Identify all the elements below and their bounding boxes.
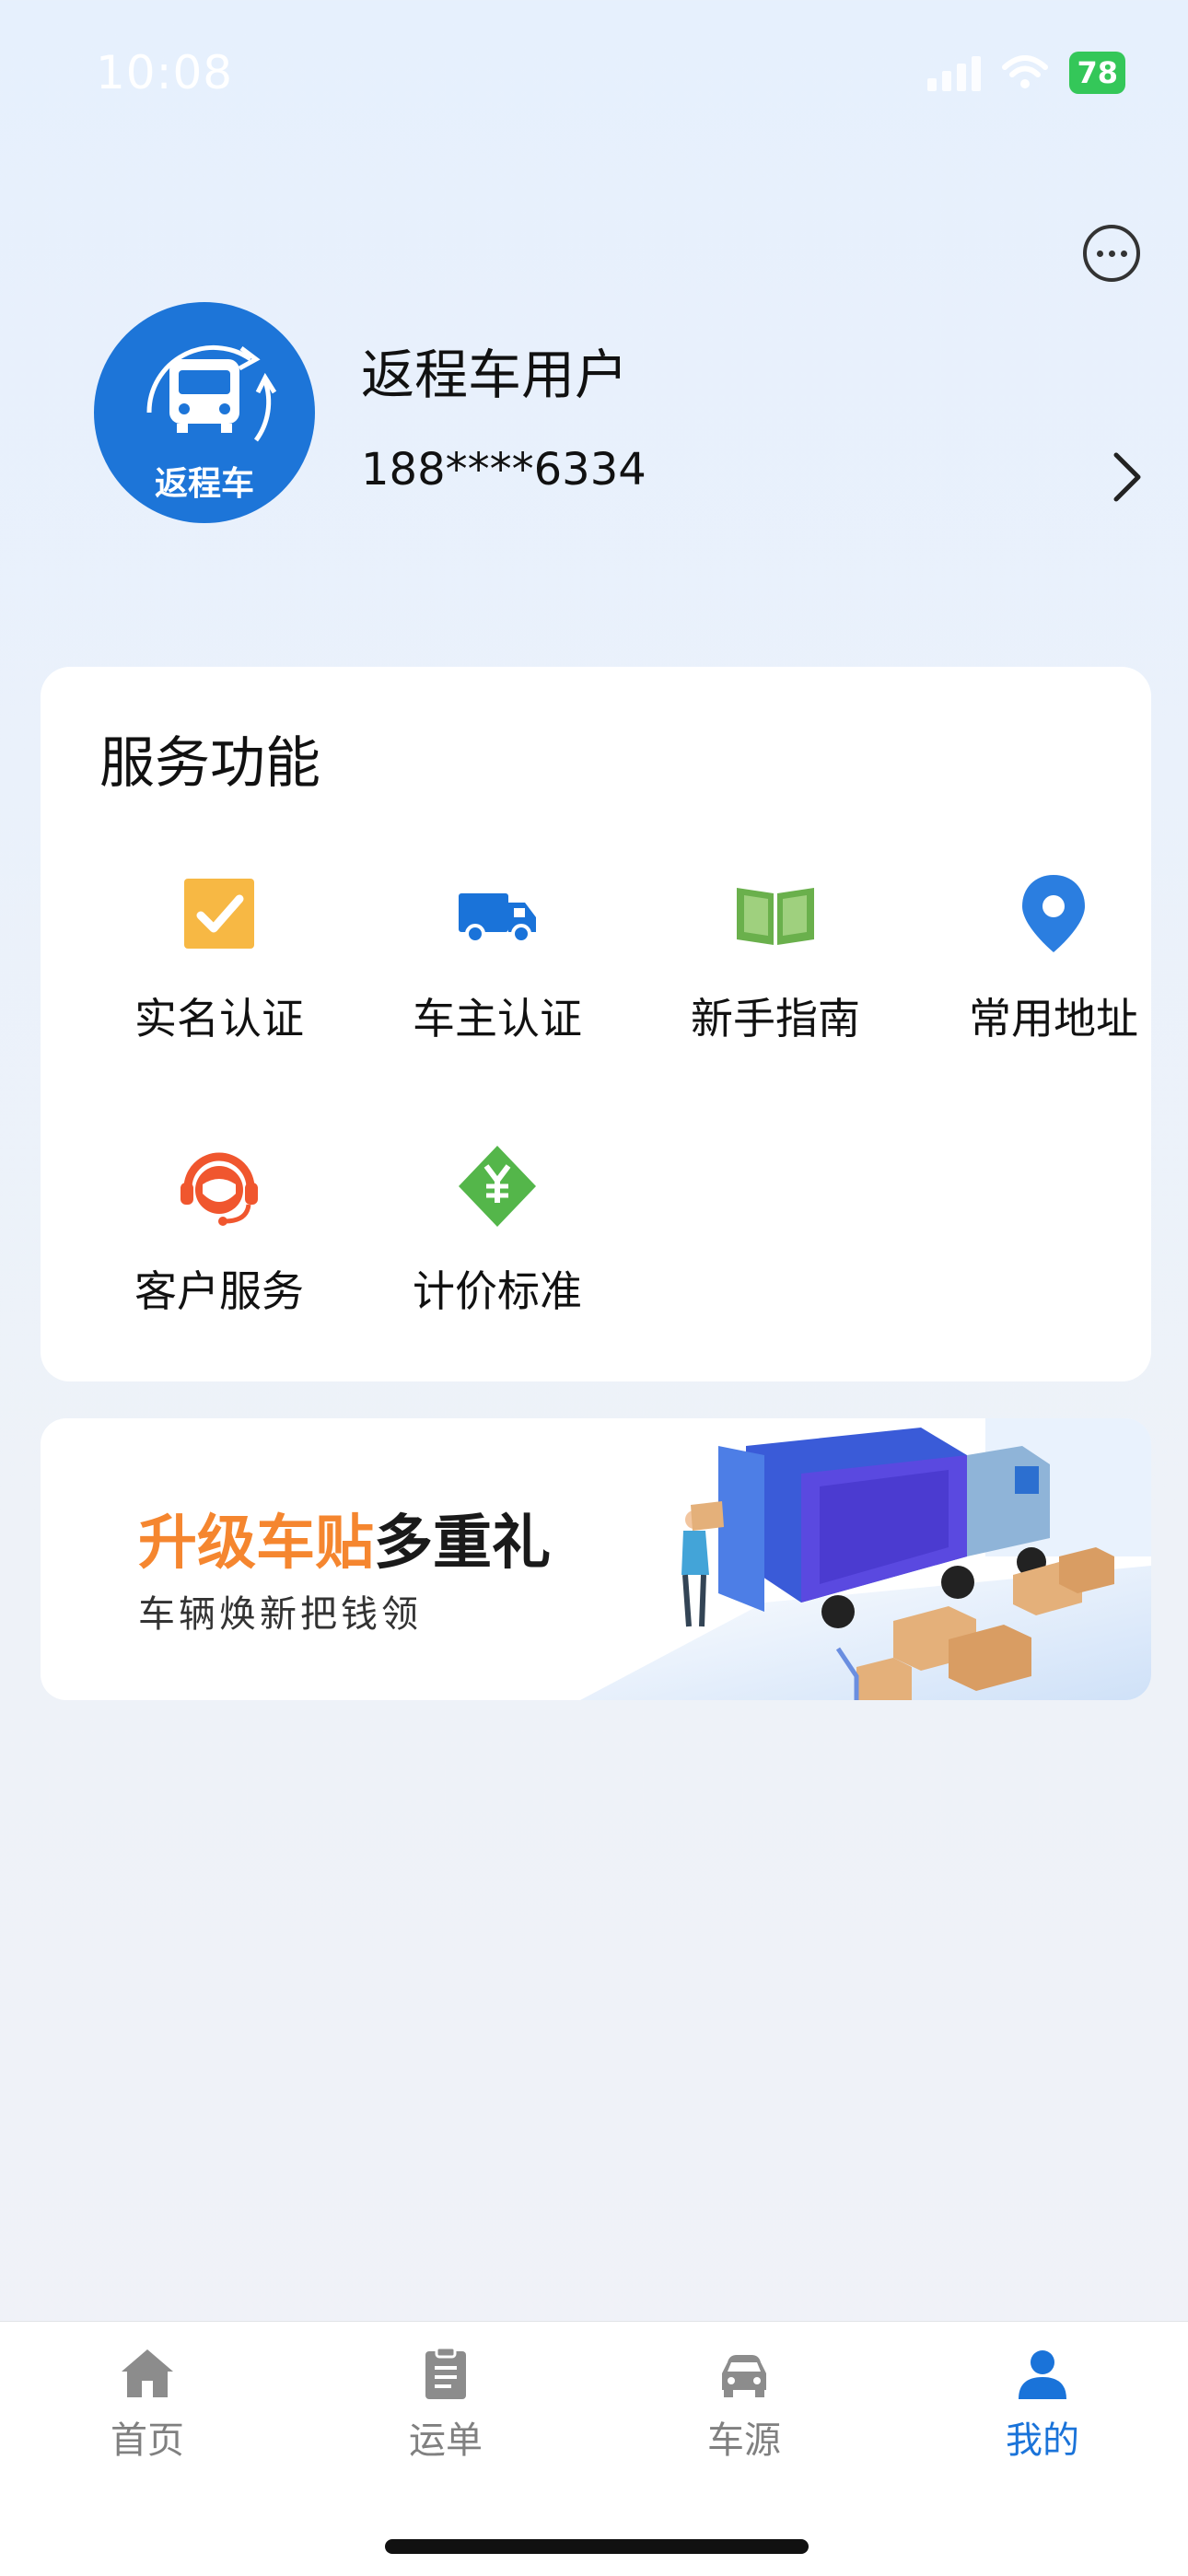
tab-mine[interactable]: 我的: [950, 2344, 1135, 2464]
book-icon: [737, 888, 814, 945]
service-item-label: 新手指南: [691, 994, 860, 1043]
user-phone[interactable]: 188****6334: [361, 444, 646, 495]
tab-waybill[interactable]: 运单: [354, 2344, 538, 2464]
service-item-label: 实名认证: [134, 994, 304, 1043]
truck-loading-illustration: [580, 1418, 1151, 1700]
promo-subtitle: 车辆焕新把钱领: [138, 1593, 422, 1636]
home-indicator[interactable]: [385, 2539, 809, 2554]
bottom-tab-bar: 首页 运单 车源 我的: [0, 2321, 1188, 2576]
tab-home[interactable]: 首页: [55, 2344, 239, 2464]
price-tag-icon: [459, 1146, 536, 1227]
home-icon: [122, 2349, 173, 2397]
service-item-real-name-verification[interactable]: 实名认证: [81, 869, 357, 1046]
service-item-customer-service[interactable]: 客户服务: [81, 1142, 357, 1319]
tab-label: 运单: [409, 2419, 483, 2462]
service-item-beginner-guide[interactable]: 新手指南: [637, 869, 914, 1046]
service-item-label: 车主认证: [413, 994, 582, 1043]
truck-icon: [459, 893, 536, 944]
service-item-pricing-standard[interactable]: 计价标准: [359, 1142, 635, 1319]
more-options-button[interactable]: [1083, 225, 1140, 282]
headset-icon: [181, 1152, 258, 1226]
checkbox-icon: [184, 879, 254, 949]
location-pin-icon: [1022, 875, 1085, 952]
user-icon: [1019, 2350, 1066, 2399]
clipboard-icon: [425, 2346, 466, 2399]
promo-title-highlight: 升级车贴: [138, 1509, 374, 1578]
more-dot-icon: [1108, 250, 1115, 257]
avatar[interactable]: 返程车: [94, 302, 315, 523]
wifi-icon: [1002, 55, 1049, 88]
tab-label: 我的: [1006, 2419, 1079, 2462]
promo-banner[interactable]: 升级车贴多重礼 车辆焕新把钱领: [41, 1418, 1151, 1700]
car-icon: [722, 2355, 766, 2397]
battery-indicator: 78: [1069, 52, 1125, 94]
service-item-label: 常用地址: [969, 994, 1138, 1043]
more-dot-icon: [1096, 250, 1103, 257]
service-item-label: 客户服务: [134, 1266, 304, 1316]
service-item-label: 计价标准: [413, 1266, 582, 1316]
user-name[interactable]: 返程车用户: [361, 332, 628, 409]
tab-label: 车源: [707, 2419, 781, 2462]
cellular-signal-icon: [927, 54, 982, 91]
status-bar: 10:08 78: [0, 0, 1188, 147]
status-time: 10:08: [96, 46, 234, 99]
tab-vehicle-source[interactable]: 车源: [652, 2344, 836, 2464]
status-icons: 78: [927, 52, 1125, 94]
service-functions-card: 服务功能 实名认证 车主认证 新手指南 常用地址 客户服务 计价标准: [41, 667, 1151, 1381]
chevron-right-icon[interactable]: [1109, 449, 1146, 505]
service-card-title: 服务功能: [99, 731, 320, 796]
avatar-logo-text: 返程车: [154, 465, 254, 503]
service-item-owner-verification[interactable]: 车主认证: [359, 869, 635, 1046]
more-dot-icon: [1120, 250, 1127, 257]
service-item-common-address[interactable]: 常用地址: [915, 869, 1188, 1046]
tab-label: 首页: [111, 2419, 184, 2462]
promo-title: 升级车贴多重礼: [138, 1496, 551, 1580]
promo-title-rest: 多重礼: [374, 1509, 551, 1578]
